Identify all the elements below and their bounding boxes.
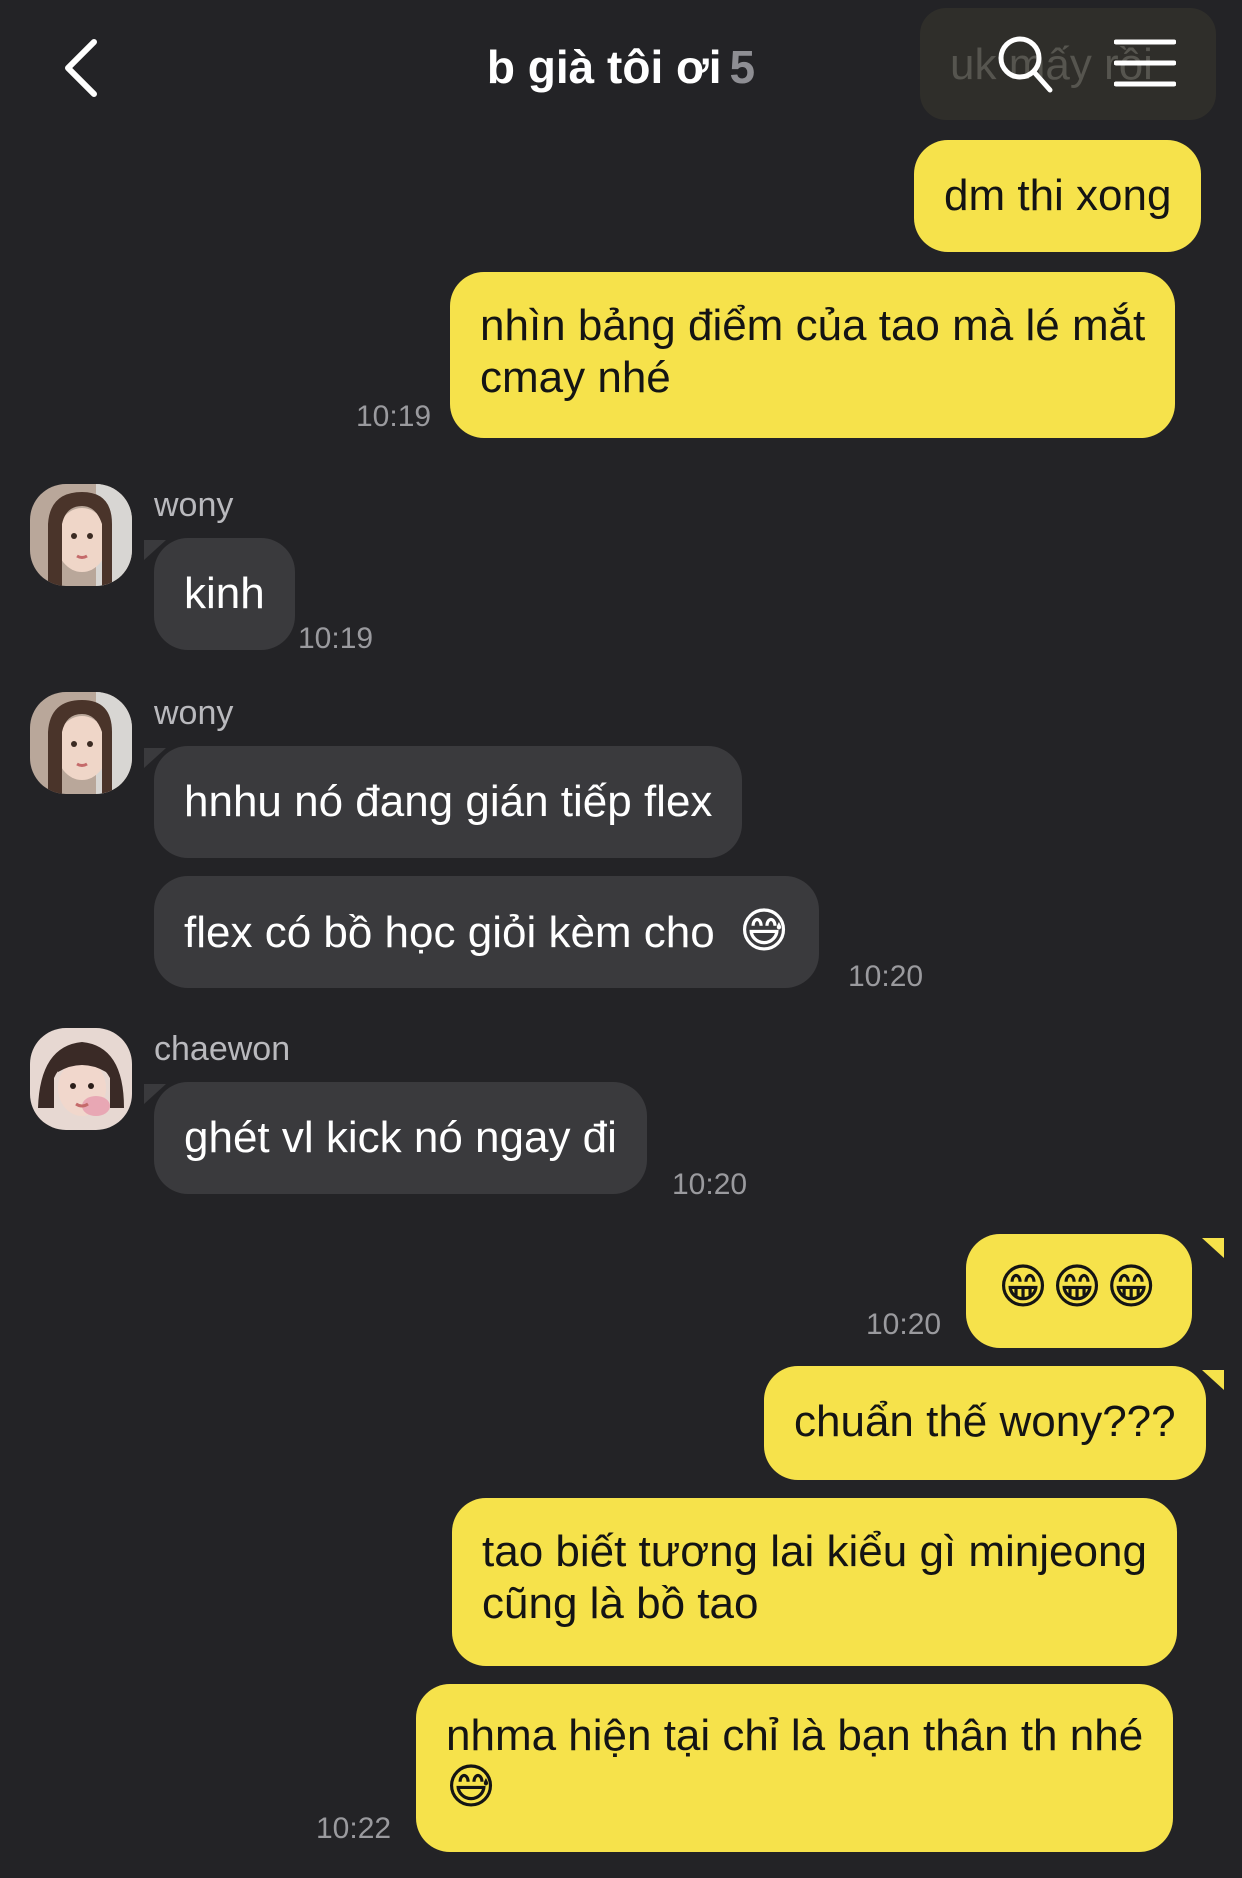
their-message-bubble[interactable]: hnhu nó đang gián tiếp flex [154,746,743,858]
sender-name: chaewon [154,1030,291,1068]
message-text: kinh [184,569,265,618]
avatar-wony[interactable] [30,484,132,586]
chat-header: uk mấy rồi b già tôi ơi 5 [0,0,1242,140]
my-message-bubble[interactable]: nhìn bảng điểm của tao mà lé mắt cmay nh… [450,272,1176,438]
their-message-bubble[interactable]: kinh [154,538,295,650]
avatar-chaewon[interactable] [30,1028,132,1130]
message-text-line: nhma hiện tại chỉ là bạn thân th nhé [446,1711,1144,1760]
message-text: flex có bồ học giỏi kèm cho [184,908,715,957]
my-message-bubble[interactable]: tao biết tương lai kiểu gì minjeong cũng… [452,1498,1177,1666]
my-message-bubble[interactable]: nhma hiện tại chỉ là bạn thân th nhé 😅 [416,1684,1174,1852]
message-time: 10:19 [298,622,374,655]
menu-icon[interactable] [1114,38,1176,88]
their-message-bubble[interactable]: flex có bồ học giỏi kèm cho 😅 [154,876,820,988]
their-message-bubble[interactable]: ghét vl kick nó ngay đi [154,1082,647,1194]
sender-name: wony [154,486,234,524]
message-text: hnhu nó đang gián tiếp flex [184,777,713,826]
my-message-bubble[interactable]: 😁😁😁 [966,1234,1193,1348]
chat-title-text: b già tôi ơi [486,41,722,93]
bubble-tail [1202,1370,1224,1390]
sweat-smile-emoji-icon: 😅 [738,905,790,958]
my-message-bubble[interactable]: dm thi xong [914,140,1202,252]
sweat-smile-emoji-icon: 😅 [446,1761,497,1814]
message-text: chuẩn thế wony??? [794,1397,1176,1446]
member-count: 5 [729,41,756,93]
chat-title: b già tôi ơi 5 [0,40,1242,94]
message-text: dm thi xong [944,171,1172,220]
message-text: ghét vl kick nó ngay đi [184,1113,617,1162]
message-text-line: cũng là bồ tao [482,1579,759,1628]
grin-emoji-icon: 😁😁😁 [998,1261,1161,1314]
message-time: 10:20 [848,960,924,993]
message-time: 10:19 [356,400,432,433]
my-message-bubble[interactable]: chuẩn thế wony??? [764,1366,1206,1480]
search-icon[interactable] [996,32,1054,96]
message-time: 10:20 [672,1168,748,1201]
message-text-line: tao biết tương lai kiểu gì minjeong [482,1527,1147,1576]
avatar-wony[interactable] [30,692,132,794]
sender-name: wony [154,694,234,732]
bubble-tail [1202,1238,1224,1258]
message-time: 10:20 [866,1308,942,1341]
message-text-line: cmay nhé [480,353,671,402]
message-text-line: nhìn bảng điểm của tao mà lé mắt [480,301,1146,350]
message-time: 10:22 [316,1812,392,1845]
